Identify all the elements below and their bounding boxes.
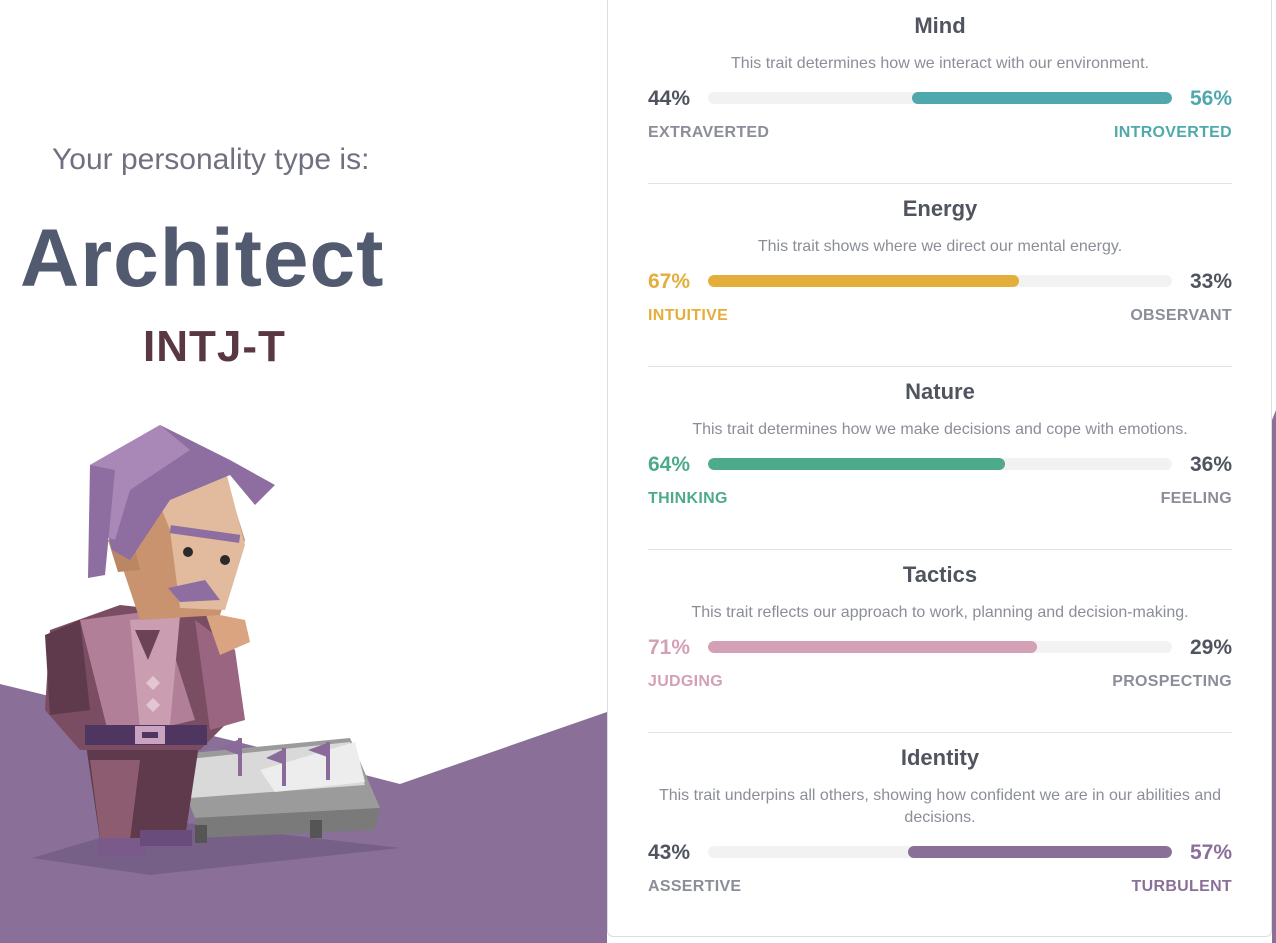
trait-bar-fill	[708, 641, 1038, 653]
trait-description: This trait determines how we interact wi…	[731, 55, 1149, 72]
trait-right-label: INTROVERTED	[1114, 124, 1232, 141]
trait-left-label: THINKING	[648, 490, 728, 507]
trait-tactics: Tactics This trait reflects our approach…	[648, 550, 1232, 733]
trait-left-label: EXTRAVERTED	[648, 124, 770, 141]
trait-identity: Identity This trait underpins all others…	[648, 733, 1232, 933]
trait-title: Identity	[900, 745, 980, 770]
trait-bar-track	[708, 92, 1172, 104]
trait-left-label: ASSERTIVE	[648, 878, 742, 895]
trait-title: Nature	[905, 379, 975, 404]
trait-bar-track	[708, 641, 1172, 653]
trait-bar-fill	[708, 458, 1005, 470]
trait-right-percent: 36%	[1189, 453, 1232, 476]
trait-right-label: FEELING	[1160, 490, 1232, 507]
trait-bar-fill	[708, 275, 1019, 287]
trait-left-label: JUDGING	[648, 673, 723, 690]
trait-left-percent: 64%	[648, 453, 691, 476]
trait-right-percent: 57%	[1189, 841, 1232, 864]
trait-description: This trait determines how we make decisi…	[692, 421, 1188, 438]
personality-summary: Your personality type is: Architect INTJ…	[0, 0, 607, 943]
trait-bar-fill	[912, 92, 1172, 104]
trait-title: Tactics	[902, 562, 978, 587]
trait-bar-track	[708, 275, 1172, 287]
trait-energy: Energy This trait shows where we direct …	[648, 184, 1232, 367]
trait-right-label: TURBULENT	[1131, 878, 1232, 895]
architect-character-illustration	[32, 425, 400, 875]
trait-left-label: INTUITIVE	[648, 307, 729, 324]
trait-bar-track	[708, 458, 1172, 470]
trait-description: This trait underpins all others, showing…	[658, 787, 1222, 826]
trait-left-percent: 71%	[648, 636, 691, 659]
trait-right-label: OBSERVANT	[1130, 307, 1232, 324]
trait-bar-fill	[907, 846, 1172, 858]
trait-nature: Nature This trait determines how we make…	[648, 367, 1232, 550]
trait-title: Mind	[914, 13, 966, 38]
trait-right-percent: 33%	[1189, 270, 1232, 293]
trait-right-percent: 56%	[1189, 87, 1232, 110]
intro-text: Your personality type is:	[52, 143, 370, 176]
traits-card: Mind This trait determines how we intera…	[607, 0, 1272, 937]
trait-right-percent: 29%	[1189, 636, 1232, 659]
trait-left-percent: 44%	[648, 87, 691, 110]
type-name: Architect	[20, 213, 385, 304]
trait-left-percent: 67%	[648, 270, 691, 293]
trait-right-label: PROSPECTING	[1112, 673, 1232, 690]
trait-description: This trait reflects our approach to work…	[691, 604, 1189, 621]
trait-title: Energy	[902, 196, 978, 221]
trait-bar-track	[708, 846, 1172, 858]
type-code: INTJ-T	[143, 322, 286, 371]
trait-mind: Mind This trait determines how we intera…	[648, 1, 1232, 184]
trait-description: This trait shows where we direct our men…	[757, 238, 1123, 255]
trait-left-percent: 43%	[648, 841, 691, 864]
